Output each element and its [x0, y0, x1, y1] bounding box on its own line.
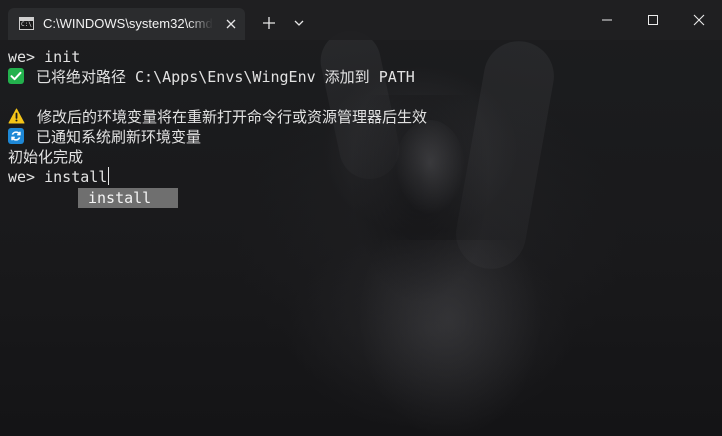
minimize-icon [602, 19, 612, 21]
terminal-line-init-done: 初始化完成 [8, 148, 84, 166]
tab-cmd[interactable]: C:\ C:\WINDOWS\system32\cmd.exe [8, 8, 245, 40]
minimize-button[interactable] [584, 0, 630, 40]
terminal-line-path-added: 已将绝对路径 C:\Apps\Envs\WingEnv 添加到 PATH [8, 67, 415, 87]
close-icon [226, 19, 236, 29]
maximize-icon [648, 15, 658, 25]
terminal-window: C:\ C:\WINDOWS\system32\cmd.exe [0, 0, 722, 436]
current-command-text: we> install [8, 168, 108, 186]
terminal-line-warning: 修改后的环境变量将在重新打开命令行或资源管理器后生效 [8, 107, 427, 127]
tab-dropdown-button[interactable] [287, 8, 311, 38]
chevron-down-icon [294, 20, 304, 26]
cmd-icon: C:\ [19, 17, 34, 30]
check-icon [8, 68, 24, 84]
tab-title: C:\WINDOWS\system32\cmd.exe [43, 16, 213, 31]
cmd-icon-label: C:\ [21, 21, 32, 28]
close-icon [693, 14, 705, 26]
refresh-icon [8, 128, 24, 144]
terminal-line-refresh: 已通知系统刷新环境变量 [8, 127, 201, 147]
path-added-text: 已将绝对路径 C:\Apps\Envs\WingEnv 添加到 PATH [36, 68, 415, 86]
warning-icon [8, 108, 25, 124]
new-tab-button[interactable] [257, 8, 281, 38]
autocomplete-suggestion-text: install [88, 189, 152, 207]
title-bar[interactable]: C:\ C:\WINDOWS\system32\cmd.exe [0, 0, 722, 40]
close-button[interactable] [676, 0, 722, 40]
maximize-button[interactable] [630, 0, 676, 40]
terminal-line-current-command[interactable]: we> install [8, 167, 110, 187]
plus-icon [263, 17, 275, 29]
terminal-output[interactable]: we> init 已将绝对路径 C:\Apps\Envs\WingEnv 添加到… [0, 40, 722, 436]
autocomplete-suggestion[interactable]: install [78, 188, 178, 208]
terminal-line-prompt-init: we> init [8, 48, 81, 66]
warning-text: 修改后的环境变量将在重新打开命令行或资源管理器后生效 [37, 108, 428, 126]
text-cursor [108, 167, 110, 185]
refresh-text: 已通知系统刷新环境变量 [36, 128, 202, 146]
tab-close-button[interactable] [222, 15, 240, 33]
